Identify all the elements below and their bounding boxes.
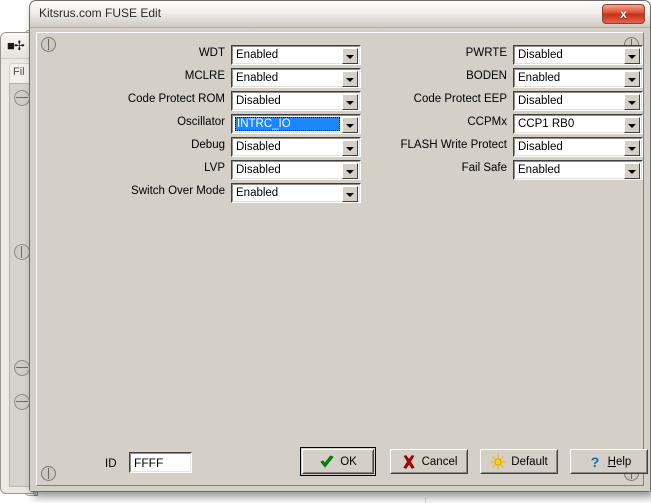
- combo-code-protect-eep[interactable]: Disabled: [513, 91, 643, 111]
- combo-ccpmx[interactable]: CCP1 RB0: [513, 114, 643, 134]
- field-row-code-protect-eep: Code Protect EEP Disabled: [37, 91, 643, 111]
- cancel-button[interactable]: Cancel: [390, 449, 468, 474]
- combo-bezel-flash-write-protect: Disabled: [514, 138, 642, 156]
- svg-text:?: ?: [590, 454, 599, 470]
- help-button[interactable]: ? Help: [570, 449, 648, 474]
- background-grip-2-icon[interactable]: [14, 244, 30, 260]
- cross-icon: [401, 454, 417, 470]
- chevron-down-icon-ccpmx[interactable]: [624, 117, 640, 133]
- close-icon: x: [603, 5, 644, 23]
- combo-value-pwrte: Disabled: [518, 49, 621, 61]
- cancel-button-inner: Cancel: [391, 450, 467, 473]
- cancel-button-label: Cancel: [422, 456, 458, 468]
- default-button-label: Default: [511, 456, 547, 468]
- background-grip-4-icon[interactable]: [14, 394, 30, 410]
- background-grip-1-icon[interactable]: [14, 90, 30, 106]
- ok-button-label: OK: [340, 456, 357, 468]
- combo-bezel-code-protect-eep: Disabled: [514, 92, 642, 110]
- chevron-down-icon-code-protect-eep[interactable]: [624, 94, 640, 110]
- chevron-down-icon-fail-safe[interactable]: [624, 163, 640, 179]
- help-accel-char: H: [608, 456, 616, 468]
- resize-grip-bottom-left-icon[interactable]: [41, 466, 56, 481]
- default-button[interactable]: Default: [480, 449, 558, 474]
- dialog-body: WDTEnabledMCLREEnabledCode Protect ROMDi…: [30, 28, 650, 491]
- ok-button[interactable]: OK: [302, 449, 374, 474]
- label-boden: BODEN: [466, 70, 507, 82]
- combo-bezel-ccpmx: CCP1 RB0: [514, 115, 642, 133]
- screen: ■✢ Fil Kitsrus.com FUSE Edit x: [0, 0, 651, 503]
- combo-value-fail-safe: Enabled: [518, 164, 621, 176]
- dialog-titlebar[interactable]: Kitsrus.com FUSE Edit x: [30, 1, 650, 28]
- field-row-boden: BODEN Enabled: [37, 68, 643, 88]
- combo-bezel-boden: Enabled: [514, 69, 642, 87]
- label-fail-safe: Fail Safe: [462, 162, 507, 174]
- chevron-down-icon-flash-write-protect[interactable]: [624, 140, 640, 156]
- combo-bezel-fail-safe: Enabled: [514, 161, 642, 179]
- label-pwrte: PWRTE: [466, 47, 507, 59]
- label-ccpmx: CCPMx: [467, 116, 507, 128]
- chevron-down-icon-switch-over-mode[interactable]: [342, 186, 358, 202]
- combo-bezel-switch-over-mode: Enabled: [232, 184, 360, 202]
- combo-value-switch-over-mode: Enabled: [236, 187, 339, 199]
- combo-value-ccpmx: CCP1 RB0: [518, 118, 621, 130]
- ok-button-inner: OK: [303, 450, 373, 473]
- id-field-bezel: [130, 453, 191, 472]
- help-button-label: Help: [608, 456, 632, 468]
- background-grip-3-icon[interactable]: [14, 360, 30, 376]
- sun-icon: [490, 454, 506, 470]
- field-row-flash-write-protect: FLASH Write Protect Disabled: [37, 137, 643, 157]
- id-field[interactable]: [129, 452, 192, 473]
- combo-value-code-protect-eep: Disabled: [518, 95, 621, 107]
- combo-bezel-pwrte: Disabled: [514, 46, 642, 64]
- chevron-down-icon-boden[interactable]: [624, 71, 640, 87]
- fuse-edit-dialog: Kitsrus.com FUSE Edit x WDTEnabledMCLREE…: [29, 0, 651, 492]
- field-row-ccpmx: CCPMx CCP1 RB0: [37, 114, 643, 134]
- chevron-down-icon-pwrte[interactable]: [624, 48, 640, 64]
- default-button-inner: Default: [481, 450, 557, 473]
- combo-switch-over-mode[interactable]: Enabled: [231, 183, 361, 203]
- id-label: ID: [105, 458, 117, 470]
- dialog-title: Kitsrus.com FUSE Edit: [39, 6, 161, 20]
- label-flash-write-protect: FLASH Write Protect: [400, 139, 507, 151]
- desktop-seam: [425, 497, 426, 503]
- label-code-protect-eep: Code Protect EEP: [414, 93, 507, 105]
- help-rest-label: elp: [616, 456, 631, 468]
- combo-pwrte[interactable]: Disabled: [513, 45, 643, 65]
- background-window-menu-file-label: Fil: [13, 66, 25, 78]
- question-mark-icon: ?: [587, 454, 603, 470]
- field-row-switch-over-mode: Switch Over Mode Enabled: [37, 183, 643, 203]
- combo-boden[interactable]: Enabled: [513, 68, 643, 88]
- combo-fail-safe[interactable]: Enabled: [513, 160, 643, 180]
- check-icon: [319, 454, 335, 470]
- combo-value-boden: Enabled: [518, 72, 621, 84]
- field-row-fail-safe: Fail Safe Enabled: [37, 160, 643, 180]
- field-row-pwrte: PWRTE Disabled: [37, 45, 643, 65]
- help-button-inner: ? Help: [571, 450, 647, 473]
- combo-value-flash-write-protect: Disabled: [518, 141, 621, 153]
- combo-flash-write-protect[interactable]: Disabled: [513, 137, 643, 157]
- close-button[interactable]: x: [602, 4, 645, 24]
- bug-icon: ■✢: [7, 38, 25, 54]
- label-switch-over-mode: Switch Over Mode: [131, 185, 225, 197]
- dialog-client-panel: WDTEnabledMCLREEnabledCode Protect ROMDi…: [36, 32, 644, 486]
- id-input[interactable]: [134, 456, 186, 470]
